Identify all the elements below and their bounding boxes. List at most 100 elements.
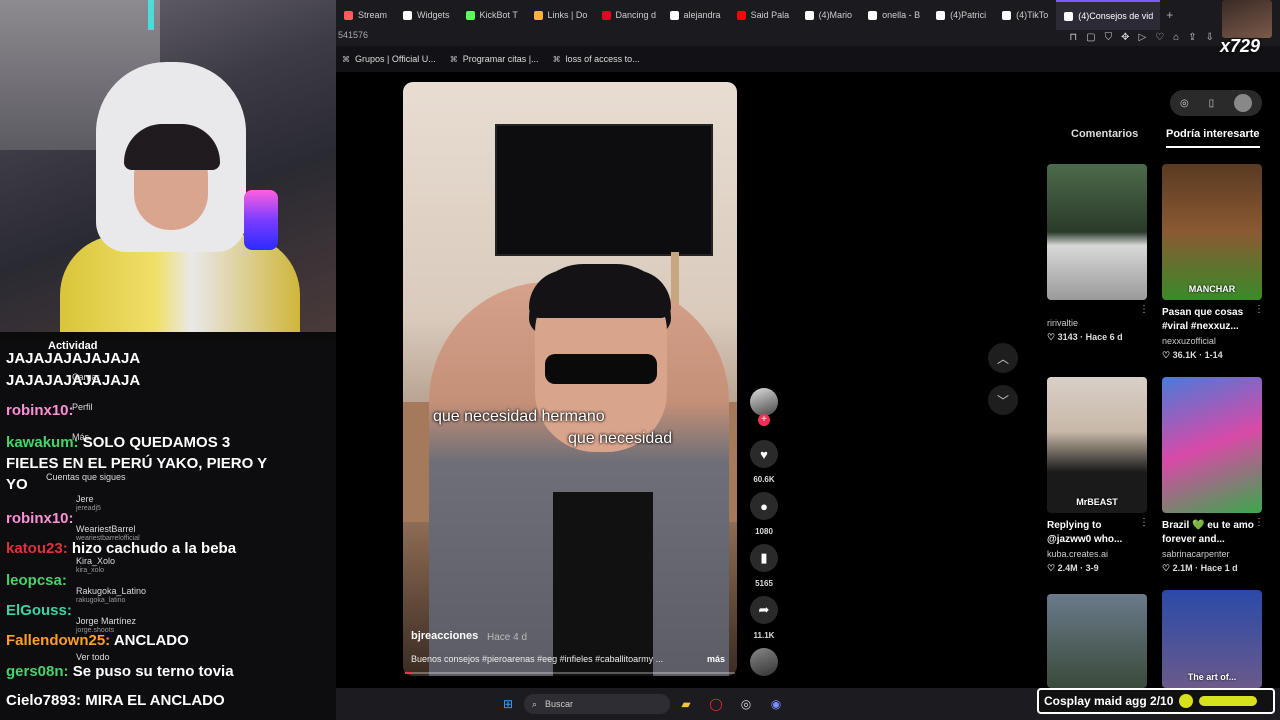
discord-icon[interactable]: ◉ (766, 694, 786, 714)
link-icon: ⌘ (449, 54, 458, 64)
address-fragment: 541576 (338, 30, 369, 40)
screenshot-icon[interactable]: ▢ (1086, 32, 1095, 43)
video-player[interactable] (403, 82, 737, 676)
more-options-icon[interactable]: ⋮ (1254, 517, 1264, 528)
sidebar-item[interactable]: Perfil (72, 402, 93, 412)
share-arrow-icon: ➦ (758, 602, 770, 617)
video-progress[interactable] (405, 672, 735, 674)
donation-goal: Cosplay maid agg 2/10 (1037, 688, 1275, 714)
recommended-thumbnail[interactable] (1162, 377, 1262, 513)
bookmark-label: Grupos | Official U... (355, 54, 436, 64)
card-title[interactable]: Brazil 💚 eu te amo forever and... (1162, 519, 1254, 547)
tab-recommended[interactable]: Podría interesarte (1166, 128, 1260, 148)
see-all-link[interactable]: Ver todo (76, 652, 110, 662)
share-icon[interactable]: ⇪ (1188, 32, 1196, 43)
search-placeholder: Buscar (545, 699, 574, 709)
bookmark-item[interactable]: ⌘ loss of access to... (553, 54, 640, 64)
more-options-icon[interactable]: ⋮ (1139, 304, 1149, 315)
opera-icon[interactable]: ◯ (706, 694, 726, 714)
browser-tab[interactable]: Dancing d (594, 0, 662, 30)
download-icon[interactable]: ⇩ (1206, 32, 1214, 43)
bookmark-item[interactable]: ⌘ Programar citas |... (450, 54, 539, 64)
more-link[interactable]: más (707, 654, 725, 664)
extension-icon[interactable]: ✥ (1121, 32, 1129, 43)
followed-account[interactable]: WeariestBarrel (76, 524, 135, 534)
puzzle-icon[interactable]: ⌂ (1173, 32, 1179, 43)
device-icon[interactable]: ▯ (1209, 98, 1215, 109)
goal-label: Cosplay maid agg 2/10 (1044, 694, 1174, 708)
recommended-thumbnail[interactable]: MrBEAST (1047, 377, 1147, 513)
video-author[interactable]: bjreacciones (411, 630, 478, 642)
new-tab-button[interactable]: + (1160, 8, 1179, 22)
followed-account[interactable]: Jere (76, 494, 94, 504)
card-title[interactable]: Pasan que cosas #viral #nexxuz... (1162, 306, 1254, 334)
app-icon[interactable]: ◎ (736, 694, 756, 714)
chat-message: JAJAJAJAJAJAJA (6, 348, 140, 369)
comment-button[interactable]: ● (750, 492, 778, 520)
sound-disc[interactable] (750, 648, 778, 676)
recommended-thumbnail[interactable] (1047, 164, 1147, 300)
more-options-icon[interactable]: ⋮ (1254, 304, 1264, 315)
sidebar-item[interactable]: Más (72, 432, 89, 442)
like-button[interactable]: ♥ (750, 440, 778, 468)
share-button[interactable]: ➦ (750, 596, 778, 624)
card-author[interactable]: kuba.creates.ai (1047, 549, 1108, 559)
followed-account[interactable]: Jorge Martínez (76, 616, 136, 626)
bookmarks-bar: ⌘ Grupos | Official U... ⌘ Programar citas … (336, 46, 1280, 72)
browser-tab[interactable]: onella - B (860, 0, 928, 30)
pin-icon[interactable]: ⊓ (1069, 32, 1077, 43)
tab-comments[interactable]: Comentarios (1071, 128, 1138, 140)
bookmark-item[interactable]: ⌘ Grupos | Official U... (342, 54, 436, 64)
card-author[interactable]: nexxuzofficial (1162, 336, 1216, 346)
tab-favicon-icon (601, 10, 611, 20)
card-author[interactable]: sabrinacarpenter (1162, 549, 1230, 559)
shield-icon[interactable]: ⛉ (1105, 32, 1113, 43)
recommended-thumbnail[interactable]: MANCHAR (1162, 164, 1262, 300)
browser-tab[interactable]: (4)TikTo (994, 0, 1056, 30)
profile-avatar[interactable] (1234, 94, 1253, 112)
chat-text: SOLO QUEDAMOS 3 (82, 434, 231, 451)
browser-tab[interactable]: Widgets (395, 0, 458, 30)
followed-account[interactable]: Rakugoka_Latino (76, 586, 146, 596)
tab-favicon-icon (736, 10, 746, 20)
browser-tab[interactable]: Said Pala (729, 0, 797, 30)
compass-icon[interactable]: ◎ (1180, 98, 1189, 109)
card-title[interactable]: Replying to @jazww0 who... (1047, 519, 1139, 547)
author-avatar[interactable] (750, 388, 778, 416)
sidebar-item[interactable]: Cargar (72, 372, 100, 382)
search-icon: ⌕ (532, 698, 538, 709)
video-caption-1: que necesidad hermano (433, 408, 605, 425)
tab-favicon-icon (1002, 10, 1012, 20)
more-options-icon[interactable]: ⋮ (1139, 517, 1149, 528)
card-stats: ♡ 3143 · Hace 6 d (1047, 332, 1123, 342)
browser-tab[interactable]: Stream (336, 0, 395, 30)
folder-icon[interactable]: ▰ (676, 694, 696, 714)
browser-tab[interactable]: (4)Mario (797, 0, 861, 30)
card-author[interactable]: ririvaltie (1047, 318, 1078, 328)
play-icon[interactable]: ▷ (1139, 32, 1147, 43)
recommended-thumbnail[interactable] (1047, 594, 1147, 688)
taskbar-search[interactable]: ⌕ Buscar (524, 694, 670, 714)
chevron-down-icon: ﹀ (996, 393, 1009, 408)
browser-tab[interactable]: (4)Consejos de vid (1056, 0, 1161, 30)
card-stats: ♡ 36.1K · 1-14 (1162, 350, 1223, 360)
browser-tab[interactable]: (4)Patrici (928, 0, 994, 30)
browser-tab-bar: Stream Widgets KickBot T Links | Do Dancing … (336, 0, 1280, 30)
heart-icon[interactable]: ♡ (1155, 32, 1164, 43)
tab-label: Said Pala (750, 10, 790, 20)
recommended-thumbnail[interactable]: The art of... (1162, 590, 1262, 688)
prev-video-button[interactable]: ︿ (988, 343, 1018, 373)
sidebar-item[interactable]: Cuentas que sigues (46, 472, 126, 482)
chat-message: ElGouss: (6, 600, 72, 621)
card-stats: ♡ 2.1M · Hace 1 d (1162, 563, 1238, 573)
followed-account[interactable]: Kira_Xolo (76, 556, 115, 566)
browser-tab[interactable]: Links | Do (526, 0, 594, 30)
follow-plus-icon[interactable]: + (758, 414, 770, 426)
browser-toolbar: ⊓ ▢ ⛉ ✥ ▷ ♡ ⌂ ⇪ ⇩ (1069, 32, 1214, 43)
browser-tab[interactable]: alejandra (662, 0, 729, 30)
windows-start-icon[interactable]: ⊞ (498, 694, 518, 714)
video-caption-2: que necesidad (568, 430, 673, 447)
next-video-button[interactable]: ﹀ (988, 385, 1018, 415)
browser-tab[interactable]: KickBot T (458, 0, 526, 30)
save-button[interactable]: ▮ (750, 544, 778, 572)
